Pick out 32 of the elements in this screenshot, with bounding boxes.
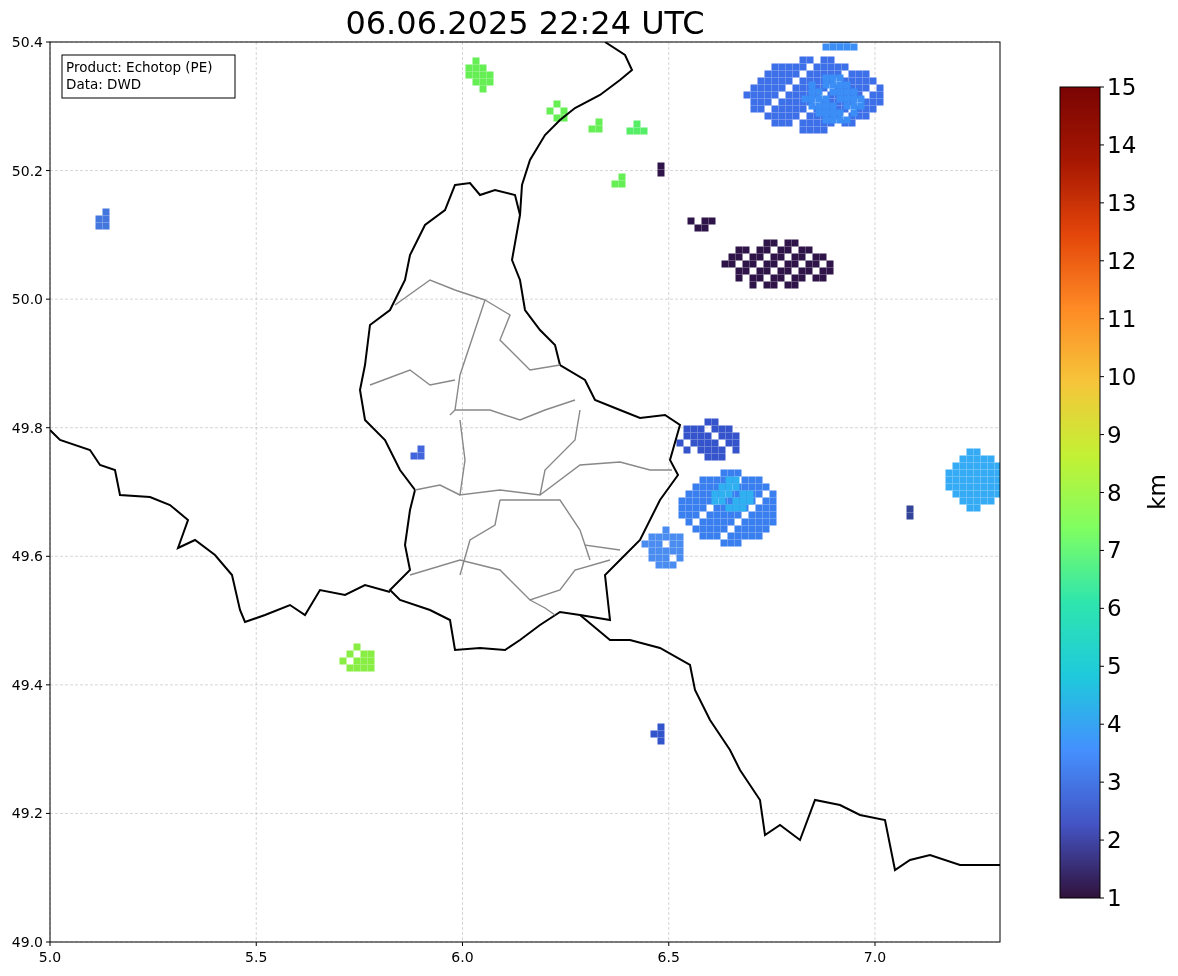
colorbar-tick-label: 10 [1107, 363, 1137, 390]
axis-tick-label: 5.5 [245, 949, 268, 965]
colorbar-tick-label: 3 [1107, 769, 1122, 796]
info-text: Data: DWD [66, 76, 142, 92]
axis-tick-label: 6.5 [657, 949, 680, 965]
colorbar-tick-label: 2 [1107, 827, 1122, 854]
colorbar-tick-label: 5 [1107, 653, 1122, 680]
axis-tick-label: 50.2 [11, 162, 43, 179]
axis-tick-label: 50.0 [11, 291, 43, 308]
colorbar-tick-label: 13 [1107, 189, 1137, 216]
colorbar-tick-label: 4 [1107, 711, 1122, 738]
colorbar-tick-label: 11 [1107, 305, 1137, 332]
axis-tick-label: 7.0 [863, 949, 887, 965]
axis-tick-label: 50.4 [11, 34, 43, 50]
axis-tick-label: 49.4 [11, 676, 43, 693]
colorbar-tick-label: 6 [1107, 595, 1122, 622]
axis-tick-label: 49.0 [11, 934, 43, 950]
colorbar-label: km [1144, 474, 1170, 510]
colorbar-tick-label: 8 [1107, 479, 1122, 506]
colorbar-tick-label: 9 [1107, 421, 1122, 448]
axis-tick-label: 49.2 [11, 805, 43, 822]
info-text: Product: Echotop (PE) [66, 59, 213, 75]
plot-title: 06.06.2025 22:24 UTC [345, 4, 705, 42]
axis-tick-label: 6.0 [451, 949, 474, 965]
colorbar-tick-label: 7 [1107, 537, 1122, 564]
axis-tick-label: 49.6 [11, 548, 43, 565]
colorbar-tick-label: 12 [1107, 247, 1137, 274]
axis-tick-label: 49.8 [11, 419, 43, 436]
axis-tick-label: 5.0 [38, 949, 62, 965]
colorbar-tick-label: 14 [1107, 131, 1137, 158]
colorbar-tick-label: 1 [1107, 885, 1122, 911]
colorbar-tick-label: 15 [1107, 74, 1137, 100]
